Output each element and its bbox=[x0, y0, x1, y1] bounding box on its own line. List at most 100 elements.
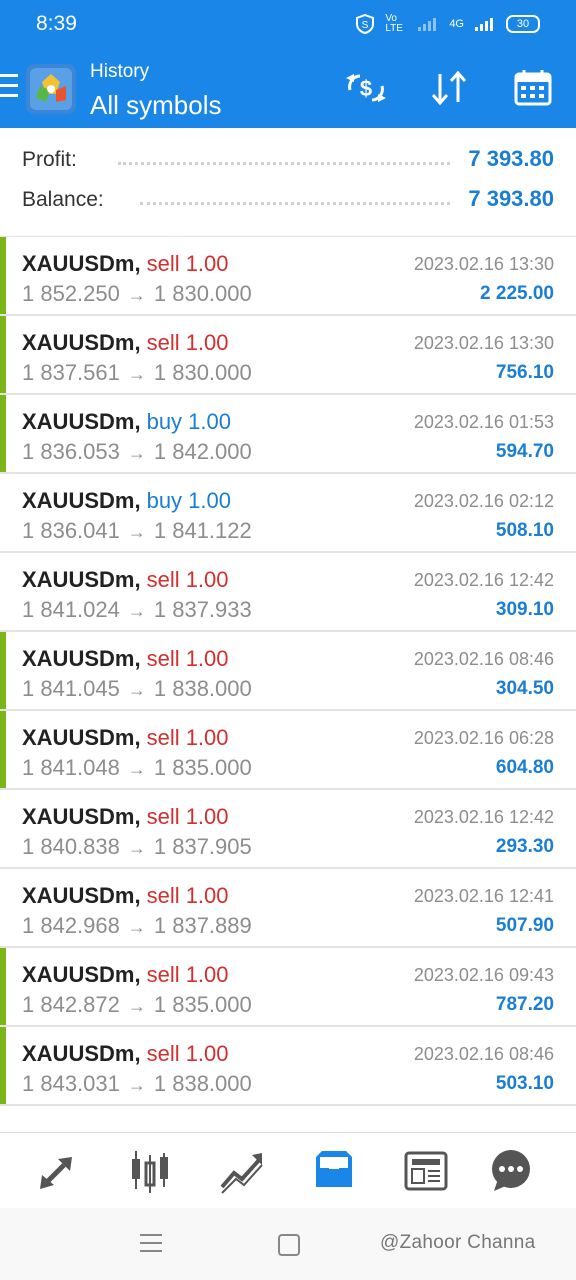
trade-prices: 1 852.250 → 1 830.000 bbox=[22, 281, 252, 307]
close-price: 1 830.000 bbox=[153, 360, 252, 385]
trade-profit: 604.80 bbox=[495, 757, 554, 778]
profit-label: Profit: bbox=[22, 148, 77, 171]
symbol-name: XAUUSDm, bbox=[22, 725, 141, 750]
trade-prices: 1 841.048 → 1 835.000 bbox=[22, 755, 252, 781]
network-type-label: 4G bbox=[449, 18, 464, 30]
trade-symbol: XAUUSDm, sell 1.00 bbox=[22, 883, 229, 909]
trade-prices: 1 840.838 → 1 837.905 bbox=[22, 834, 252, 860]
trade-side: sell 1.00 bbox=[146, 567, 229, 592]
trade-time: 2023.02.16 12:42 bbox=[413, 570, 554, 590]
symbol-name: XAUUSDm, bbox=[22, 409, 141, 434]
trade-row[interactable]: XAUUSDm, sell 1.00 1 841.024 → 1 837.933 2023… bbox=[0, 553, 576, 632]
arrow-right-icon: → bbox=[127, 443, 146, 463]
trade-profit: 503.10 bbox=[495, 1073, 554, 1094]
home-icon[interactable] bbox=[278, 1234, 300, 1256]
symbol-name: XAUUSDm, bbox=[22, 646, 141, 671]
trade-time: 2023.02.16 13:30 bbox=[413, 333, 554, 353]
top-bar: 8:39 S Vo LTE 4G 30 History All symbols … bbox=[0, 0, 576, 128]
sort-icon[interactable] bbox=[428, 68, 472, 108]
open-price: 1 852.250 bbox=[22, 281, 120, 306]
arrow-right-icon: → bbox=[127, 917, 146, 937]
trade-marker bbox=[0, 948, 6, 1025]
trade-symbol: XAUUSDm, sell 1.00 bbox=[22, 330, 229, 356]
trade-row[interactable]: XAUUSDm, sell 1.00 1 841.048 → 1 835.000 2023… bbox=[0, 711, 576, 790]
arrow-right-icon: → bbox=[127, 1075, 146, 1095]
close-price: 1 837.933 bbox=[153, 597, 252, 622]
open-price: 1 840.838 bbox=[22, 834, 120, 859]
trade-marker bbox=[0, 632, 6, 709]
trade-side: sell 1.00 bbox=[146, 330, 229, 355]
trade-profit: 304.50 bbox=[495, 678, 554, 699]
dotted-leader bbox=[118, 162, 450, 165]
trade-row[interactable]: XAUUSDm, sell 1.00 1 842.968 → 1 837.889 2023… bbox=[0, 869, 576, 948]
status-icons: S Vo LTE 4G 30 bbox=[355, 14, 540, 34]
chart-icon[interactable] bbox=[126, 1147, 174, 1195]
arrow-right-icon: → bbox=[127, 522, 146, 542]
open-price: 1 837.561 bbox=[22, 360, 120, 385]
calendar-icon[interactable] bbox=[512, 68, 556, 108]
symbol-name: XAUUSDm, bbox=[22, 804, 141, 829]
open-price: 1 836.041 bbox=[22, 518, 120, 543]
trade-row[interactable]: XAUUSDm, sell 1.00 1 852.250 → 1 830.000 2023… bbox=[0, 237, 576, 316]
trade-symbol: XAUUSDm, sell 1.00 bbox=[22, 1041, 229, 1067]
arrow-right-icon: → bbox=[127, 996, 146, 1016]
trade-icon[interactable] bbox=[218, 1147, 266, 1195]
trade-side: sell 1.00 bbox=[146, 646, 229, 671]
status-bar: 8:39 S Vo LTE 4G 30 bbox=[0, 0, 576, 48]
trade-symbol: XAUUSDm, sell 1.00 bbox=[22, 962, 229, 988]
trade-profit: 756.10 bbox=[495, 362, 554, 383]
trade-time: 2023.02.16 09:43 bbox=[413, 965, 554, 985]
trade-symbol: XAUUSDm, buy 1.00 bbox=[22, 409, 231, 435]
trade-profit: 787.20 bbox=[495, 994, 554, 1015]
trade-profit: 507.90 bbox=[495, 915, 554, 936]
trade-time: 2023.02.16 08:46 bbox=[413, 649, 554, 669]
trade-marker bbox=[0, 1027, 6, 1104]
trade-marker bbox=[0, 316, 6, 393]
trade-row[interactable]: XAUUSDm, buy 1.00 1 836.053 → 1 842.000 2023.… bbox=[0, 395, 576, 474]
close-price: 1 830.000 bbox=[153, 281, 252, 306]
symbol-name: XAUUSDm, bbox=[22, 567, 141, 592]
vpn-icon: S bbox=[355, 14, 375, 34]
recent-apps-icon[interactable] bbox=[140, 1234, 162, 1258]
trade-profit: 309.10 bbox=[495, 599, 554, 620]
signal-icon bbox=[417, 16, 439, 32]
history-icon[interactable] bbox=[310, 1147, 358, 1195]
trade-time: 2023.02.16 12:41 bbox=[413, 886, 554, 906]
close-price: 1 835.000 bbox=[153, 755, 252, 780]
symbol-name: XAUUSDm, bbox=[22, 962, 141, 987]
arrow-right-icon: → bbox=[127, 759, 146, 779]
trade-row[interactable]: XAUUSDm, buy 1.00 1 836.041 → 1 841.122 2023.… bbox=[0, 474, 576, 553]
watermark-text: @Zahoor Channa bbox=[380, 1232, 536, 1253]
trade-prices: 1 842.968 → 1 837.889 bbox=[22, 913, 252, 939]
trade-side: sell 1.00 bbox=[146, 804, 229, 829]
close-price: 1 835.000 bbox=[153, 992, 252, 1017]
quotes-icon[interactable] bbox=[34, 1147, 82, 1195]
screen-title[interactable]: All symbols bbox=[90, 90, 221, 121]
symbol-name: XAUUSDm, bbox=[22, 488, 141, 513]
trade-row[interactable]: XAUUSDm, sell 1.00 1 843.031 → 1 838.000 2023… bbox=[0, 1027, 576, 1106]
trade-row[interactable]: XAUUSDm, sell 1.00 1 840.838 → 1 837.905 2023… bbox=[0, 790, 576, 869]
trade-time: 2023.02.16 12:42 bbox=[413, 807, 554, 827]
open-price: 1 842.872 bbox=[22, 992, 120, 1017]
chat-icon[interactable] bbox=[486, 1147, 534, 1195]
trade-row[interactable]: XAUUSDm, sell 1.00 1 837.561 → 1 830.000 2023… bbox=[0, 316, 576, 395]
open-price: 1 841.045 bbox=[22, 676, 120, 701]
profit-row: Profit: 7 393.80 bbox=[22, 144, 554, 178]
trade-profit: 2 225.00 bbox=[480, 283, 554, 304]
close-price: 1 837.889 bbox=[153, 913, 252, 938]
trade-time: 2023.02.16 01:53 bbox=[413, 412, 554, 432]
news-icon[interactable] bbox=[402, 1147, 450, 1195]
deposit-icon[interactable]: $ bbox=[344, 68, 388, 108]
open-price: 1 836.053 bbox=[22, 439, 120, 464]
menu-icon[interactable] bbox=[0, 74, 18, 100]
open-price: 1 841.048 bbox=[22, 755, 120, 780]
trade-prices: 1 841.024 → 1 837.933 bbox=[22, 597, 252, 623]
arrow-right-icon: → bbox=[127, 285, 146, 305]
trade-profit: 293.30 bbox=[495, 836, 554, 857]
trade-time: 2023.02.16 06:28 bbox=[413, 728, 554, 748]
trade-row[interactable]: XAUUSDm, sell 1.00 1 842.872 → 1 835.000 2023… bbox=[0, 948, 576, 1027]
trade-row[interactable]: XAUUSDm, sell 1.00 1 841.045 → 1 838.000 2023… bbox=[0, 632, 576, 711]
symbol-name: XAUUSDm, bbox=[22, 883, 141, 908]
symbol-name: XAUUSDm, bbox=[22, 251, 141, 276]
svg-text:S: S bbox=[362, 20, 369, 31]
